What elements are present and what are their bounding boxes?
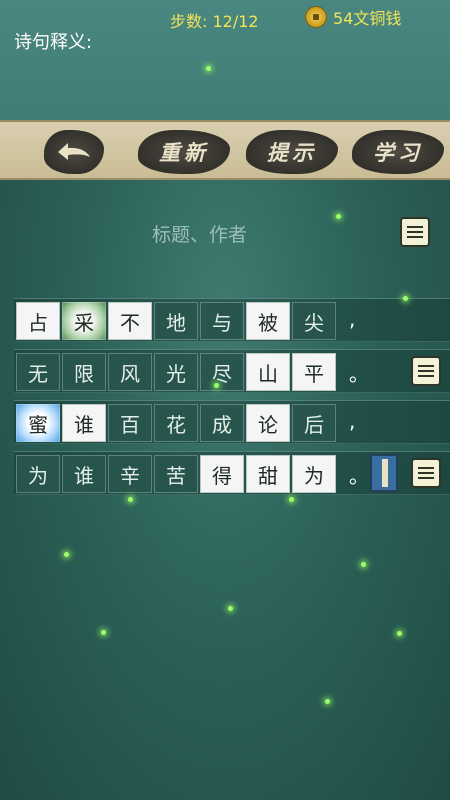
info-panel: 步数: 12/12 54文铜钱 诗句释义: [0,0,450,120]
sparkle-decoration [325,699,330,704]
char-tile[interactable]: 占 [16,302,60,340]
poem-line-2: 无 限 风 光 尽 山 平 。 [14,349,450,393]
book-icon[interactable] [370,454,398,492]
back-button[interactable] [44,130,104,174]
char-tile[interactable]: 谁 [62,455,106,493]
poem-line-4: 为 谁 辛 苦 得 甜 为 。 [14,451,450,495]
sparkle-decoration [361,562,366,567]
sparkle-decoration [403,296,408,301]
document-icon[interactable] [411,356,441,386]
char-tile[interactable]: 蜜 [16,404,60,442]
char-tile[interactable]: 光 [154,353,198,391]
coin-balance: 54文铜钱 [305,5,401,29]
poem-line-1: 占 采 不 地 与 被 尖 , [14,298,450,342]
poem-title-author: 标题、作者 [152,224,248,246]
char-tile[interactable]: 山 [246,353,290,391]
char-tile[interactable]: 尖 [292,302,336,340]
char-tile[interactable]: 无 [16,353,60,391]
document-icon[interactable] [411,458,441,488]
char-tile[interactable]: 为 [16,455,60,493]
char-tile[interactable]: 被 [246,302,290,340]
sparkle-decoration [128,497,133,502]
char-tile[interactable]: 得 [200,455,244,493]
punctuation: , [349,307,356,331]
sparkle-decoration [228,606,233,611]
steps-value: 12/12 [212,12,259,31]
sparkle-decoration [101,630,106,635]
steps-counter: 步数: 12/12 [170,8,259,32]
poem-meaning-label: 诗句释义: [14,32,93,53]
toolbar: 重新 提示 学习 [0,120,450,180]
char-tile[interactable]: 与 [200,302,244,340]
char-tile[interactable]: 后 [292,404,336,442]
reset-button[interactable]: 重新 [138,130,230,174]
sparkle-decoration [289,497,294,502]
char-tile[interactable]: 限 [62,353,106,391]
char-tile[interactable]: 为 [292,455,336,493]
char-tile[interactable]: 甜 [246,455,290,493]
punctuation: , [349,409,356,433]
learn-button[interactable]: 学习 [352,130,444,174]
char-tile[interactable]: 花 [154,404,198,442]
hint-button[interactable]: 提示 [246,130,338,174]
char-tile[interactable]: 谁 [62,404,106,442]
char-tile[interactable]: 论 [246,404,290,442]
char-tile[interactable]: 不 [108,302,152,340]
sparkle-decoration [214,383,219,388]
char-tile[interactable]: 尽 [200,353,244,391]
char-tile[interactable]: 百 [108,404,152,442]
sparkle-decoration [397,631,402,636]
steps-label: 步数: [170,12,208,31]
char-tile[interactable]: 成 [200,404,244,442]
document-icon[interactable] [400,217,430,247]
poem-line-3: 蜜 谁 百 花 成 论 后 , [14,400,450,444]
sparkle-decoration [206,66,211,71]
punctuation: 。 [349,464,369,488]
sparkle-decoration [64,552,69,557]
punctuation: 。 [349,362,369,386]
char-tile[interactable]: 辛 [108,455,152,493]
sparkle-decoration [336,214,341,219]
char-tile[interactable]: 风 [108,353,152,391]
copper-coin-icon [305,6,327,28]
char-tile[interactable]: 苦 [154,455,198,493]
char-tile[interactable]: 采 [62,302,106,340]
coin-count: 54文铜钱 [333,9,402,28]
char-tile[interactable]: 平 [292,353,336,391]
back-arrow-icon [58,143,90,160]
char-tile[interactable]: 地 [154,302,198,340]
